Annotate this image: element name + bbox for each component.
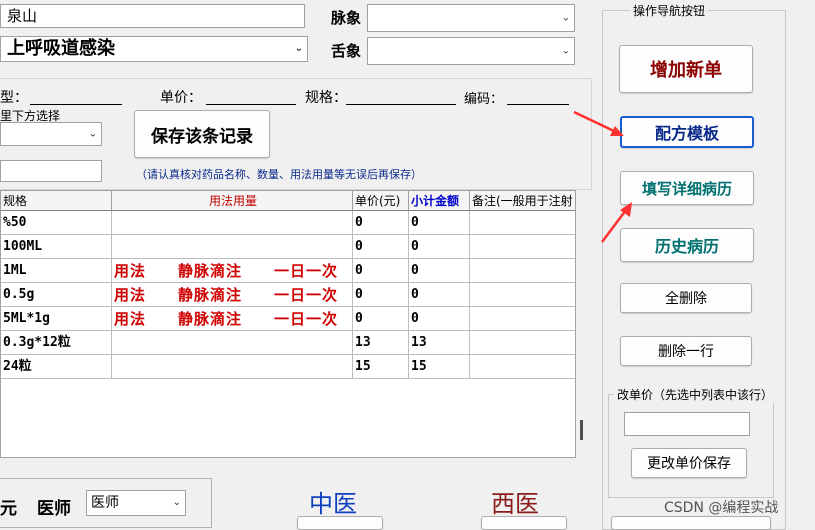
fill-record-label: 填写详细病历 (641, 179, 732, 198)
price-cell: 0 (353, 283, 409, 307)
template-label: 配方模板 (654, 124, 719, 143)
tongue-label: 舌象 (331, 42, 362, 60)
template-button[interactable]: 配方模板 (620, 116, 754, 148)
usage-cell (112, 235, 353, 259)
price-cell: 0 (353, 235, 409, 259)
drug-select[interactable]: ⌄ (0, 122, 102, 146)
fill-record-button[interactable]: 填写详细病历 (620, 171, 754, 205)
delete-row-label: 删除一行 (658, 344, 714, 360)
column-header-usage[interactable]: 用法用量 (112, 191, 353, 211)
arrow-icon (573, 110, 624, 136)
spec-cell: 100ML (1, 235, 112, 259)
spec-cell: 0.5g (1, 283, 112, 307)
spec-cell: %50 (1, 211, 112, 235)
usage-cell: 用法 静脉滴注 一日一次 (112, 259, 353, 283)
quantity-field[interactable] (0, 160, 102, 182)
subtotal-cell: 0 (409, 307, 470, 331)
chevron-down-icon: ⌄ (561, 45, 570, 57)
price-cell: 0 (353, 259, 409, 283)
delete-all-button[interactable]: 全删除 (620, 283, 752, 313)
price-cell: 0 (353, 307, 409, 331)
price-edit-group (608, 394, 774, 498)
subtotal-cell: 15 (409, 355, 470, 379)
subtotal-cell: 13 (409, 331, 470, 355)
verify-notice: （请认真核对药品名称、数量、用法用量等无误后再保存） (136, 168, 422, 181)
watermark: CSDN @编程实战 (664, 500, 779, 516)
save-price-button[interactable]: 更改单价保存 (631, 448, 747, 478)
subtotal-cell: 0 (409, 235, 470, 259)
save-record-button[interactable]: 保存该条记录 (134, 110, 270, 158)
subtotal-cell: 0 (409, 211, 470, 235)
price-cell: 15 (353, 355, 409, 379)
spec-cell: 0.3g*12粒 (1, 331, 112, 355)
diagnosis-value: 上呼吸道感染 (7, 38, 115, 59)
chevron-down-icon: ⌄ (88, 128, 97, 140)
remark-cell (470, 307, 575, 331)
spec-label: 规格： (305, 90, 347, 106)
usage-cell (112, 355, 353, 379)
price-cell: 0 (353, 211, 409, 235)
annotation-arrows (573, 110, 632, 243)
tcm-button[interactable] (297, 516, 383, 530)
chevron-down-icon: ⌄ (294, 43, 303, 54)
spec-cell: 5ML*1g (1, 307, 112, 331)
delete-row-button[interactable]: 删除一行 (620, 336, 752, 366)
diagnosis-select[interactable]: 上呼吸道感染 ⌄ (0, 36, 308, 62)
save-record-label: 保存该条记录 (151, 126, 253, 147)
usage-cell: 用法 静脉滴注 一日一次 (112, 283, 353, 307)
western-button[interactable] (481, 516, 567, 530)
remark-cell (470, 331, 575, 355)
tcm-label: 中医 (309, 490, 357, 518)
patient-name-value: 泉山 (7, 7, 38, 25)
tongue-select[interactable]: ⌄ (367, 37, 575, 65)
column-header-spec[interactable]: 规格 (1, 191, 112, 211)
usage-cell: 用法 静脉滴注 一日一次 (112, 307, 353, 331)
price-group-title: 改单价（先选中列表中该行） (614, 386, 777, 403)
chevron-down-icon: ⌄ (172, 497, 181, 508)
spec-field[interactable] (346, 86, 456, 105)
doctor-select[interactable]: 医师 ⌄ (86, 490, 186, 516)
remark-cell (470, 259, 575, 283)
type-label: 型： (0, 90, 28, 106)
bottom-right-button[interactable] (611, 516, 771, 530)
save-price-label: 更改单价保存 (647, 456, 731, 472)
type-field[interactable] (30, 86, 122, 105)
code-label: 编码： (464, 92, 504, 107)
pulse-select[interactable]: ⌄ (367, 4, 575, 32)
price-label: 单价： (160, 90, 202, 106)
usage-cell (112, 331, 353, 355)
spec-cell: 24粒 (1, 355, 112, 379)
western-label: 西医 (491, 490, 539, 518)
price-field[interactable] (206, 86, 296, 105)
history-label: 历史病历 (654, 237, 719, 256)
column-header-price[interactable]: 单价(元) (353, 191, 409, 211)
subtotal-cell: 0 (409, 259, 470, 283)
usage-cell (112, 211, 353, 235)
patient-name-field[interactable]: 泉山 (0, 4, 305, 28)
doctor-value: 医师 (91, 495, 119, 511)
currency-label: 元 (0, 499, 17, 519)
nav-group-title: 操作导航按钮 (630, 2, 709, 19)
delete-all-label: 全删除 (665, 291, 707, 307)
spec-cell: 1ML (1, 259, 112, 283)
add-new-button[interactable]: 增加新单 (619, 45, 753, 93)
arrow-icon (601, 202, 632, 243)
doctor-label: 医师 (37, 499, 71, 519)
remark-cell (470, 355, 575, 379)
add-new-label: 增加新单 (650, 60, 722, 81)
column-header-subtotal[interactable]: 小计金额 (409, 191, 470, 211)
scrollbar-thumb[interactable] (580, 420, 583, 440)
price-cell: 13 (353, 331, 409, 355)
chevron-down-icon: ⌄ (561, 12, 570, 24)
prescription-table[interactable]: 规格 用法用量 单价(元) 小计金额 备注(一般用于注射 %50 0 0 100… (0, 190, 576, 458)
new-price-input[interactable] (624, 412, 750, 436)
history-button[interactable]: 历史病历 (620, 228, 754, 262)
remark-cell (470, 283, 575, 307)
subtotal-cell: 0 (409, 283, 470, 307)
pulse-label: 脉象 (331, 9, 362, 27)
